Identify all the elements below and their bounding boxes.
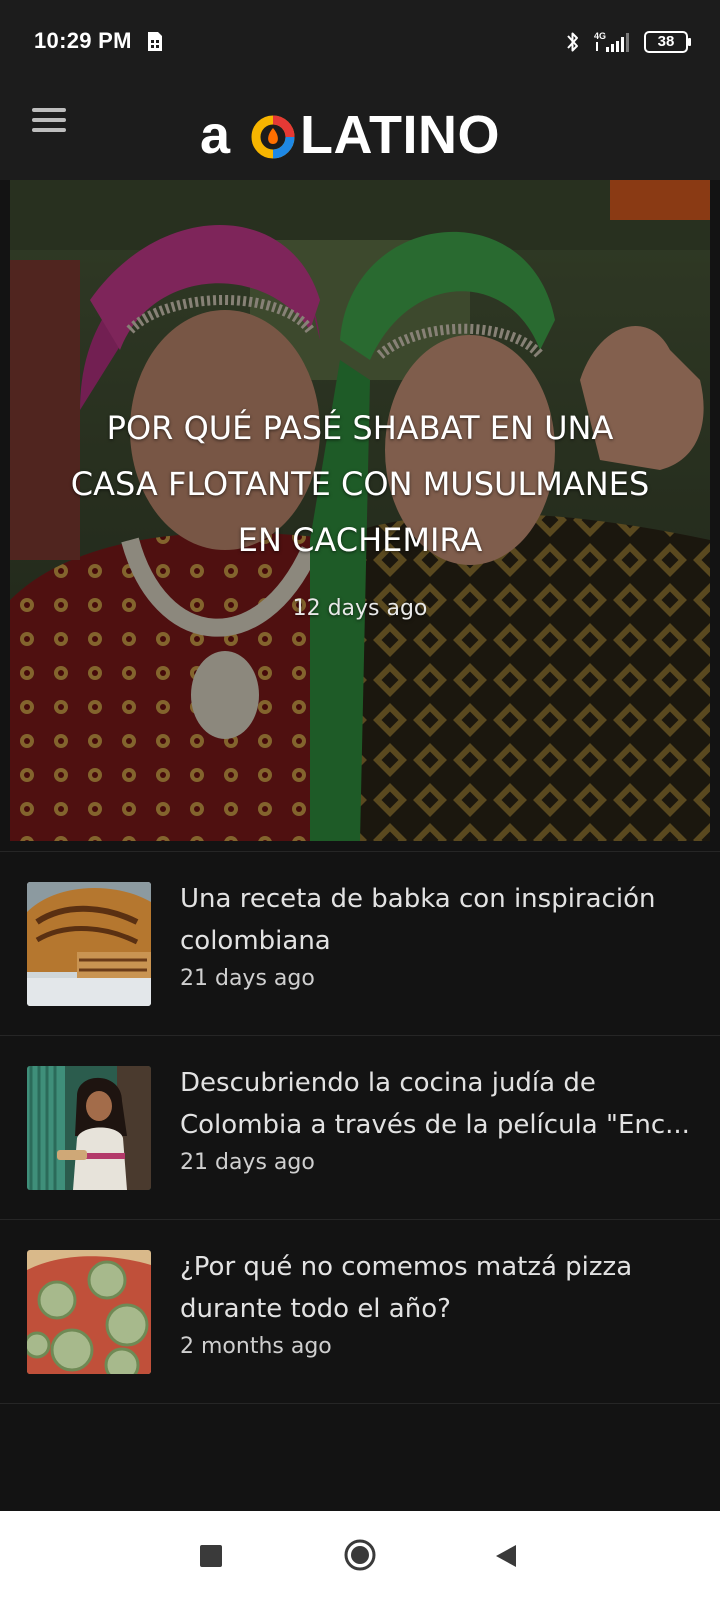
divider — [0, 1403, 720, 1404]
app-logo[interactable]: a LATINO — [200, 106, 520, 164]
article-thumbnail — [27, 1066, 151, 1190]
hero-article[interactable]: POR QUÉ PASÉ SHABAT EN UNA CASA FLOTANTE… — [10, 180, 710, 841]
sim-card-icon — [148, 32, 162, 51]
article-item[interactable]: Una receta de babka con inspiración colo… — [0, 852, 720, 1035]
logo-text-latino: LATINO — [300, 105, 500, 165]
status-bar: 10:29 PM 4G 38 — [0, 0, 720, 86]
network-type-label: 4G — [594, 31, 606, 41]
hero-timestamp: 12 days ago — [292, 596, 428, 621]
article-title: ¿Por qué no comemos matzá pizza durante … — [180, 1252, 633, 1324]
logo-text-a: a — [200, 105, 231, 165]
status-time: 10:29 PM — [34, 28, 132, 53]
logo-flame-o-icon — [251, 115, 295, 159]
app-header: a LATINO — [0, 86, 720, 180]
article-title: Descubriendo la cocina judía de Colombia… — [180, 1068, 690, 1140]
article-timestamp: 2 months ago — [180, 1334, 332, 1359]
article-timestamp: 21 days ago — [180, 966, 315, 991]
back-icon[interactable] — [494, 1543, 518, 1569]
encanto-image — [27, 1066, 151, 1190]
babka-image — [27, 882, 151, 1006]
battery-level: 38 — [657, 33, 675, 50]
matzah-pizza-image — [27, 1250, 151, 1374]
article-thumbnail — [27, 882, 151, 1006]
article-title: Una receta de babka con inspiración colo… — [180, 884, 656, 956]
article-timestamp: 21 days ago — [180, 1150, 315, 1175]
article-item[interactable]: ¿Por qué no comemos matzá pizza durante … — [0, 1220, 720, 1403]
article-list: Una receta de babka con inspiración colo… — [0, 851, 720, 1404]
recent-apps-icon[interactable] — [200, 1545, 222, 1567]
hero-title: POR QUÉ PASÉ SHABAT EN UNA CASA FLOTANTE… — [70, 409, 650, 559]
hamburger-menu-icon[interactable] — [32, 108, 66, 134]
bluetooth-icon — [567, 32, 578, 52]
signal-icon: 4G — [594, 31, 629, 52]
home-icon[interactable] — [343, 1538, 377, 1572]
article-item[interactable]: Descubriendo la cocina judía de Colombia… — [0, 1036, 720, 1219]
app-screen: 10:29 PM 4G 38 a LATINO POR QUÉ PASÉ SHA… — [0, 0, 720, 1600]
article-thumbnail — [27, 1250, 151, 1374]
system-nav-bar — [0, 1511, 720, 1600]
